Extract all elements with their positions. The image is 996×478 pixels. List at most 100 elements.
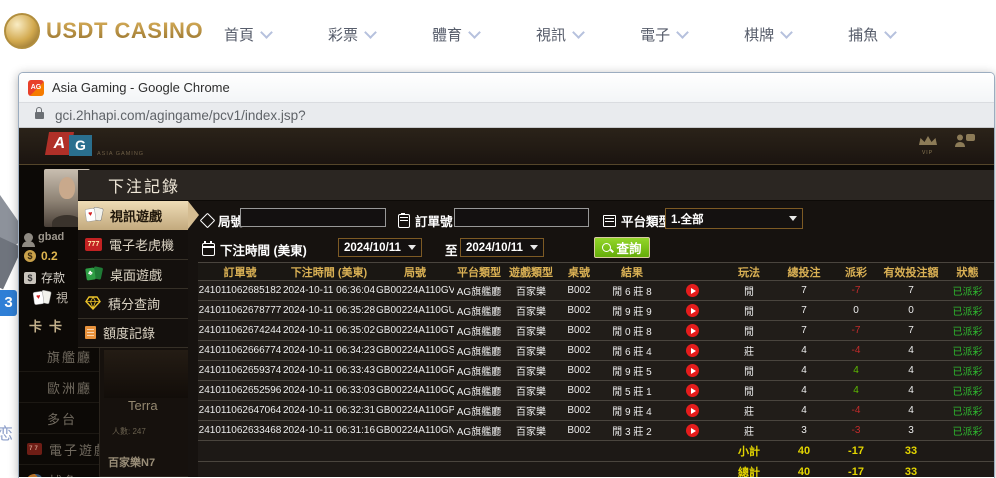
site-logo[interactable]: USDT CASINO [4, 13, 203, 49]
cell-table: B002 [558, 301, 600, 321]
lobby-user: gbad [24, 231, 64, 243]
browser-urlbar[interactable]: gci.2hhapi.com/agingame/pcv1/index.jsp? [19, 102, 994, 128]
play-video-button[interactable] [686, 384, 699, 397]
table-row: 2410110626525962024-10-11 06:33:03GB0022… [198, 381, 994, 401]
cell-game: 百家樂 [504, 361, 558, 381]
modal-title: 下注記錄 [78, 170, 994, 201]
nav-item-slots[interactable]: 電子 [640, 24, 687, 45]
play-video-button[interactable] [686, 284, 699, 297]
nav-item-home[interactable]: 首頁 [224, 24, 271, 45]
platform-select[interactable]: 1.全部 [665, 208, 803, 229]
nav-item-fishing[interactable]: 捕魚 [848, 24, 895, 45]
vip-label: VIP [918, 150, 938, 156]
music-note-icon[interactable]: ♪ [993, 133, 995, 147]
cell-play: 閒 [720, 321, 778, 341]
cell-result: 閒 9 莊 9 [600, 301, 664, 321]
lobby-menu-label: 捕魚 [49, 471, 79, 478]
cell-game: 百家樂 [504, 401, 558, 421]
customer-service-icon[interactable] [955, 133, 976, 147]
date-to-select[interactable]: 2024/10/11 [460, 238, 544, 257]
cell-total-bet: 7 [778, 301, 830, 321]
play-video-button[interactable] [686, 404, 699, 417]
screen: USDT CASINO 首頁彩票體育視訊電子棋牌捕魚 3 恋 AG Asia G… [0, 0, 996, 478]
ag-logo-subtitle: ASIA GAMING [97, 151, 144, 157]
play-video-button[interactable] [686, 304, 699, 317]
cell-table: B002 [558, 421, 600, 441]
cell-time: 2024-10-11 06:31:16 [282, 421, 376, 441]
chevron-down-icon [468, 26, 481, 39]
cell-order: 241011062678777 [198, 301, 282, 321]
nav-item-sports[interactable]: 體育 [432, 24, 479, 45]
play-video-button[interactable] [686, 324, 699, 337]
vip-button[interactable]: VIP [918, 133, 938, 156]
total-bet: 40 [778, 441, 830, 462]
cell-status: 已派彩 [940, 281, 994, 301]
nav-item-label: 捕魚 [848, 24, 878, 45]
cell-total-bet: 7 [778, 321, 830, 341]
deposit-label: 存款 [41, 269, 65, 286]
notification-badge: 3 [0, 290, 17, 316]
table-row: 2410110626334682024-10-11 06:31:16GB0022… [198, 421, 994, 441]
cell-round: GB00224A110GS [376, 341, 454, 361]
total-valid: 33 [882, 462, 940, 478]
total-label: 小計 [720, 441, 778, 462]
cell-valid-bet: 4 [882, 381, 940, 401]
lobby-card-tab[interactable]: 卡卡 [29, 316, 69, 335]
nav-item-lottery[interactable]: 彩票 [328, 24, 375, 45]
chevron-down-icon [780, 26, 793, 39]
nav-item-live[interactable]: 視訊 [536, 24, 583, 45]
cell-platform: AG旗艦廳 [454, 421, 504, 441]
sidebar-item-video-games[interactable]: 視訊遊戲 [78, 201, 188, 230]
crown-icon [918, 135, 938, 146]
cell-table: B002 [558, 361, 600, 381]
cell-time: 2024-10-11 06:35:28 [282, 301, 376, 321]
browser-titlebar[interactable]: AG Asia Gaming - Google Chrome [19, 73, 994, 102]
cell-total-bet: 4 [778, 361, 830, 381]
play-video-button[interactable] [686, 344, 699, 357]
cell-game: 百家樂 [504, 421, 558, 441]
column-header: 下注時間 (美東) [282, 263, 376, 281]
ag-logo-g: G [69, 135, 92, 156]
ag-logo[interactable]: A G ASIA GAMING [47, 132, 137, 162]
lobby-video-tab[interactable]: 視 [33, 289, 68, 306]
play-video-button[interactable] [686, 424, 699, 437]
nav-item-label: 彩票 [328, 24, 358, 45]
cell-result: 閒 5 莊 1 [600, 381, 664, 401]
cell-play: 閒 [720, 301, 778, 321]
nav-item-label: 體育 [432, 24, 462, 45]
ag-favicon: AG [28, 80, 44, 96]
sidebar-item-slots[interactable]: 電子老虎機 [78, 230, 188, 259]
chevron-down-icon [884, 26, 897, 39]
cell-round: GB00224A110GU [376, 301, 454, 321]
sidebar-item-label: 電子老虎機 [109, 235, 174, 254]
cell-total-bet: 4 [778, 341, 830, 361]
cell-status: 已派彩 [940, 321, 994, 341]
bet-records-table: 訂單號下注時間 (美東)局號平台類型遊戲類型桌號結果玩法總投注派彩有效投注額狀態… [198, 262, 994, 477]
deposit-button[interactable]: $ 存款 [24, 269, 65, 286]
cell-valid-bet: 4 [882, 401, 940, 421]
cell-status: 已派彩 [940, 361, 994, 381]
column-header: 結果 [600, 263, 664, 281]
sidebar-item-table-games[interactable]: 桌面遊戲 [78, 260, 188, 289]
sidebar-item-points[interactable]: 積分查詢 [78, 289, 188, 318]
total-row: 小計40-1733 [198, 441, 994, 462]
ag-page: A G ASIA GAMING VIP ♪ [19, 128, 994, 477]
date-from-select[interactable]: 2024/10/11 [338, 238, 422, 257]
date-from-value: 2024/10/11 [344, 242, 401, 254]
sidebar-item-records[interactable]: 額度記錄 [78, 319, 188, 348]
cell-round: GB00224A110GP [376, 401, 454, 421]
play-video-button[interactable] [686, 364, 699, 377]
cell-table: B002 [558, 281, 600, 301]
nav-item-cards[interactable]: 棋牌 [744, 24, 791, 45]
order-input[interactable] [454, 208, 589, 227]
cell-payout: -3 [830, 421, 882, 441]
cell-result: 閒 3 莊 2 [600, 421, 664, 441]
column-header: 派彩 [830, 263, 882, 281]
chevron-down-icon [260, 26, 273, 39]
site-nav: 首頁 彩票 體育 視訊 電子 棋牌 捕魚 [224, 24, 895, 45]
cell-status: 已派彩 [940, 381, 994, 401]
round-input[interactable] [240, 208, 386, 227]
balance-value: 0.2 [41, 249, 58, 263]
search-button[interactable]: 查詢 [594, 237, 650, 258]
deposit-icon: $ [24, 272, 36, 284]
